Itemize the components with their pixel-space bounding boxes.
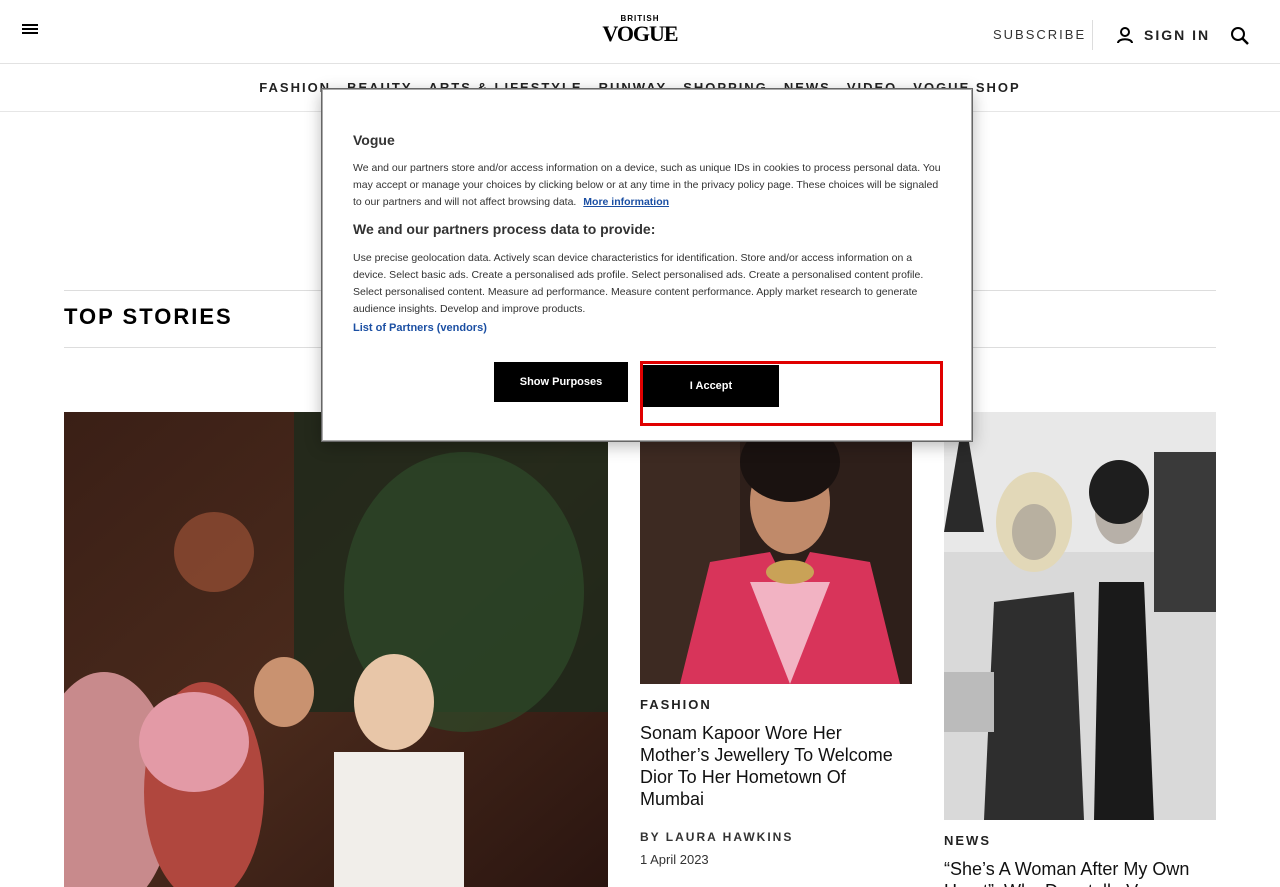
- main-story-image[interactable]: [64, 412, 608, 887]
- subscribe-link[interactable]: SUBSCRIBE: [993, 27, 1086, 42]
- section-title: TOP STORIES: [64, 304, 233, 329]
- search-icon[interactable]: [1230, 26, 1250, 46]
- consent-subtitle: We and our partners process data to prov…: [353, 221, 656, 237]
- sign-in-button[interactable]: SIGN IN: [1116, 26, 1210, 44]
- story-card[interactable]: FASHION Sonam Kapoor Wore Her Mother’s J…: [640, 697, 912, 867]
- header-divider: [1092, 20, 1093, 50]
- nav-item-fashion[interactable]: FASHION: [259, 80, 331, 95]
- logo-big-text: VOGUE: [602, 21, 678, 46]
- story-date: 1 April 2023: [640, 852, 709, 867]
- story-rubric[interactable]: NEWS: [944, 833, 1216, 848]
- site-header: BRITISH VOGUE SUBSCRIBE SIGN IN: [0, 0, 1280, 64]
- consent-dialog: Vogue We and our partners store and/or a…: [322, 89, 972, 441]
- story-byline: BY LAURA HAWKINS: [640, 830, 794, 844]
- sign-in-label: SIGN IN: [1144, 27, 1211, 43]
- accept-button[interactable]: I Accept: [643, 365, 779, 407]
- story-rubric[interactable]: FASHION: [640, 697, 912, 712]
- story-headline[interactable]: “She’s A Woman After My Own Heart”: Why …: [944, 858, 1216, 887]
- story-headline[interactable]: Sonam Kapoor Wore Her Mother’s Jewellery…: [640, 722, 912, 810]
- show-purposes-button[interactable]: Show Purposes: [494, 362, 628, 402]
- story-image-versace[interactable]: [944, 412, 1216, 820]
- consent-title: Vogue: [353, 132, 395, 148]
- consent-purposes-text: Use precise geolocation data. Actively s…: [353, 252, 924, 315]
- more-information-link[interactable]: More information: [583, 196, 669, 208]
- story-card[interactable]: NEWS “She’s A Woman After My Own Heart”:…: [944, 833, 1216, 887]
- story-image-sonam-kapoor[interactable]: [640, 412, 912, 684]
- partners-list-link[interactable]: List of Partners (vendors): [353, 322, 487, 334]
- consent-description: We and our partners store and/or access …: [353, 160, 943, 211]
- logo[interactable]: BRITISH VOGUE: [590, 14, 690, 50]
- user-icon: [1117, 27, 1133, 44]
- menu-icon[interactable]: [22, 22, 42, 42]
